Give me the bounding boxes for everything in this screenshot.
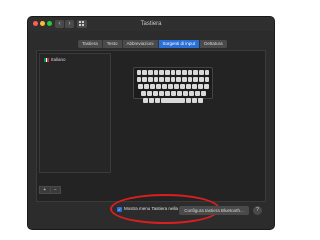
keyboard-key [176,77,182,82]
keyboard-key [182,70,187,75]
italian-flag-icon [44,58,50,62]
keyboard-key [173,84,179,89]
keyboard-key [155,84,161,89]
keyboard-key [136,70,142,75]
keyboard-row [136,84,210,90]
keyboard-key [164,77,170,82]
add-remove-control: + − [39,186,61,194]
input-source-label: Italiano [51,57,66,62]
keyboard-row [136,77,210,83]
keyboard-key [186,98,191,103]
input-sources-panel: Italiano + − ✓ Mostra menu Tastiera nell… [36,50,266,224]
add-source-button[interactable]: + [40,187,51,193]
preferences-window: ‹ › Tastiera Tastiera Testo Abbreviazion… [28,17,274,229]
keyboard-key [146,91,152,96]
keyboard-row [136,98,210,104]
keyboard-key [143,84,149,89]
list-item[interactable]: Italiano [44,56,66,64]
keyboard-key [147,77,153,82]
keyboard-key [140,91,146,96]
setup-bluetooth-keyboard-button[interactable]: Configura tastiera Bluetooth... [179,206,249,215]
keyboard-key [149,84,155,89]
keyboard-key [192,98,197,103]
keyboard-key [161,84,167,89]
tab-input-sources[interactable]: Sorgenti di input [158,40,201,48]
keyboard-key [142,77,147,82]
keyboard-key [191,84,197,89]
keyboard-key [187,77,193,82]
keyboard-key [136,77,142,82]
keyboard-key [159,70,164,75]
keyboard-key [199,70,204,75]
keyboard-key [137,84,143,89]
keyboard-key [170,91,176,96]
tab-shortcuts[interactable]: Abbreviazioni [122,40,159,48]
flag-stripe-red [47,58,50,62]
keyboard-layout-preview [133,67,213,103]
keyboard-key [200,91,206,96]
keyboard-key [142,70,147,75]
keyboard-key [159,77,164,82]
keyboard-row [136,70,210,76]
tab-text[interactable]: Testo [102,40,123,48]
keyboard-key [153,70,159,75]
keyboard-key [164,70,170,75]
window-title: Tastiera [140,21,162,27]
keyboard-key [193,70,199,75]
keyboard-key [176,70,182,75]
tab-keyboard[interactable]: Tastiera [78,40,103,48]
keyboard-key [187,70,193,75]
space-key [161,98,185,103]
keyboard-key [149,98,154,103]
keyboard-key [152,91,158,96]
keyboard-key [167,84,173,89]
keyboard-key [182,77,187,82]
remove-source-button[interactable]: − [51,187,61,193]
keyboard-key [199,77,204,82]
keyboard-key [153,77,159,82]
keyboard-key [194,91,200,96]
keyboard-key [155,98,160,103]
keyboard-key [203,84,209,89]
keyboard-key [164,91,170,96]
keyboard-key [158,91,164,96]
keyboard-key [197,84,203,89]
keyboard-key [185,84,191,89]
tab-dictation[interactable]: Dettatura [200,40,227,48]
keyboard-key [198,98,203,103]
keyboard-key [204,77,210,82]
tab-bar: Tastiera Testo Abbreviazioni Sorgenti di… [78,40,227,48]
keyboard-key [170,70,176,75]
keyboard-key [193,77,199,82]
title-bar: ‹ › Tastiera [28,17,274,31]
keyboard-key [170,77,176,82]
help-button[interactable]: ? [253,206,262,215]
keyboard-key [188,91,194,96]
keyboard-key [204,70,210,75]
keyboard-key [182,91,188,96]
keyboard-key [147,70,153,75]
keyboard-key [143,98,148,103]
keyboard-key [179,84,185,89]
keyboard-row [136,91,210,97]
keyboard-key [176,91,182,96]
input-sources-list[interactable]: Italiano [39,53,111,173]
